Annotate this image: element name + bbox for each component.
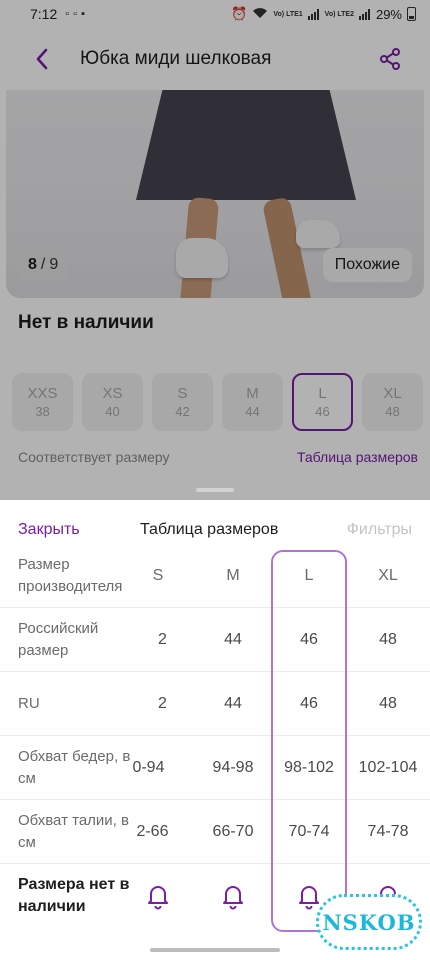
table-cell: 44 <box>224 630 242 648</box>
table-cell: 48 <box>379 694 397 712</box>
row-label: Обхват бедер, в см <box>18 747 131 787</box>
table-row: Размер производителя S M L XL <box>0 544 430 608</box>
sheet-title: Таблица размеров <box>140 521 279 538</box>
table-cell: 70-74 <box>288 822 330 840</box>
table-row: Российский размер 42 44 46 48 <box>0 608 430 672</box>
table-cell: 66-70 <box>212 822 254 840</box>
table-row: Обхват талии, в см 62-66 66-70 70-74 74-… <box>0 800 430 864</box>
table-cell: S <box>152 566 164 584</box>
table-cell: 98-102 <box>284 758 334 776</box>
table-cell: 102-104 <box>358 758 418 776</box>
table-cell: 46 <box>300 694 318 712</box>
table-cell: XL <box>378 566 398 584</box>
table-row: RU 42 44 46 48 <box>0 672 430 736</box>
bell-icon[interactable] <box>221 882 245 910</box>
bell-icon[interactable] <box>297 882 321 910</box>
sheet-grabber[interactable] <box>196 488 234 492</box>
size-chart-sheet: Закрыть Таблица размеров Фильтры Размер … <box>0 500 430 960</box>
table-cell: 46 <box>300 630 318 648</box>
modal-overlay[interactable] <box>0 0 430 500</box>
size-table: Размер производителя S M L XL Российский… <box>0 544 430 928</box>
watermark: NSKOB <box>316 894 422 950</box>
bell-icon[interactable] <box>146 882 170 910</box>
table-cell: 48 <box>379 630 397 648</box>
row-label: Обхват талии, в см <box>18 811 129 851</box>
table-cell: 94-98 <box>212 758 254 776</box>
unavailable-label: Размера нет в наличии <box>18 876 130 915</box>
row-label: RU <box>18 694 40 712</box>
row-label: Размер производителя <box>18 555 123 595</box>
table-cell: 74-78 <box>367 822 409 840</box>
table-cell: 42 <box>149 630 167 648</box>
row-label: Российский размер <box>18 619 99 659</box>
table-cell: 42 <box>149 694 167 712</box>
home-indicator[interactable] <box>150 948 280 952</box>
filters-button[interactable]: Фильтры <box>347 521 412 539</box>
table-cell: L <box>304 566 314 584</box>
table-cell: 44 <box>224 694 242 712</box>
close-button[interactable]: Закрыть <box>18 521 80 539</box>
table-cell: M <box>226 566 240 584</box>
table-row: Обхват бедер, в см 90-94 94-98 98-102 10… <box>0 736 430 800</box>
